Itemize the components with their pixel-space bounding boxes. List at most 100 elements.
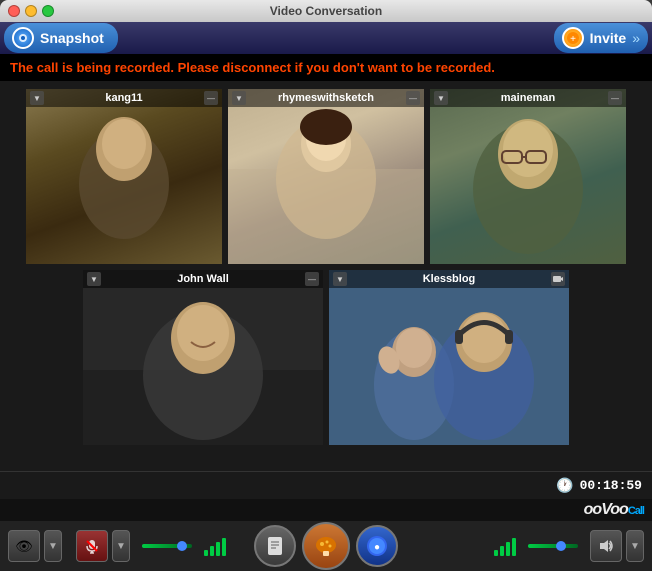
eye-icon: 👁	[15, 538, 33, 555]
minus-icon: —	[409, 94, 417, 103]
speaker-dropdown-button[interactable]: ▼	[626, 530, 644, 562]
vol-bar-r1	[494, 550, 498, 556]
username-rhymes: rhymeswithsketch	[246, 92, 406, 104]
minimize-button[interactable]	[25, 5, 37, 17]
title-bar: Video Conversation	[0, 0, 652, 22]
snapshot-label: Snapshot	[40, 30, 104, 46]
video-area: ▼ kang11 —	[0, 81, 652, 471]
video-panel-header-klessblog: ▼ Klessblog	[329, 270, 569, 288]
maximize-button[interactable]	[42, 5, 54, 17]
camera-icon	[552, 273, 564, 285]
video-minimize-johnwall[interactable]: ▼	[87, 272, 101, 286]
snapshot-icon	[12, 27, 34, 49]
video-panel-maineman: ▼ maineman —	[430, 89, 626, 264]
speaker-slider-thumb[interactable]	[556, 541, 566, 551]
chevron-down-icon: ▼	[48, 541, 58, 552]
snapshot-button[interactable]: Snapshot	[4, 23, 118, 53]
video-close-rhymes[interactable]: —	[406, 91, 420, 105]
effects-button[interactable]	[302, 522, 350, 570]
controls-left: 👁 ▼ ▼	[8, 530, 226, 562]
video-minimize-maineman[interactable]: ▼	[434, 91, 448, 105]
vol-bar-r2	[500, 546, 504, 556]
clock-icon: 🕐	[556, 477, 573, 494]
video-feed-kang11	[26, 89, 222, 264]
controls-center: ●	[254, 522, 398, 570]
call-end-button[interactable]: ●	[356, 525, 398, 567]
timer-bar: 🕐 00:18:59	[0, 471, 652, 499]
username-kang11: kang11	[44, 92, 204, 104]
eye-toggle-button[interactable]: 👁	[8, 530, 40, 562]
minus-icon: —	[611, 94, 619, 103]
video-minimize-kang11[interactable]: ▼	[30, 91, 44, 105]
recording-text: The call is being recorded. Please disco…	[10, 60, 495, 75]
controls-bar: 👁 ▼ ▼	[0, 521, 652, 571]
mute-button[interactable]	[76, 530, 108, 562]
username-klessblog: Klessblog	[347, 273, 551, 285]
window-title: Video Conversation	[270, 4, 382, 18]
vol-bar-1	[204, 550, 208, 556]
vol-bar-4	[222, 538, 226, 556]
minus-icon: —	[308, 275, 316, 284]
document-icon	[264, 535, 286, 557]
username-maineman: maineman	[448, 92, 608, 104]
invite-label: Invite	[590, 30, 627, 46]
invite-icon: +	[562, 27, 584, 49]
invite-button[interactable]: + Invite »	[554, 23, 648, 53]
video-panel-header-kang11: ▼ kang11 —	[26, 89, 222, 107]
video-icon-klessblog[interactable]	[551, 272, 565, 286]
chevron-down-icon: ▼	[437, 94, 445, 103]
bottom-video-row: ▼ John Wall —	[8, 270, 644, 445]
eye-dropdown-button[interactable]: ▼	[44, 530, 62, 562]
svg-text:●: ●	[374, 542, 380, 553]
toolbar: Snapshot + Invite »	[0, 22, 652, 54]
vol-bar-r3	[506, 542, 510, 556]
recording-notice: The call is being recorded. Please disco…	[0, 54, 652, 81]
minus-icon: —	[207, 94, 215, 103]
chevron-down-icon: ▼	[336, 275, 344, 284]
video-panel-johnwall: ▼ John Wall —	[83, 270, 323, 445]
vol-bar-2	[210, 546, 214, 556]
vol-bar-3	[216, 542, 220, 556]
mute-dropdown-button[interactable]: ▼	[112, 530, 130, 562]
brand-name: ooVoo	[584, 501, 628, 518]
volume-indicator-right	[494, 536, 516, 556]
chevron-down-icon: ▼	[630, 541, 640, 552]
video-panel-klessblog: ▼ Klessblog	[329, 270, 569, 445]
invite-chevron-icon: »	[632, 30, 640, 46]
video-feed-klessblog	[329, 270, 569, 445]
window-controls	[8, 5, 54, 17]
timer-content: 🕐 00:18:59	[556, 477, 642, 494]
speaker-icon	[598, 538, 614, 554]
video-minimize-rhymes[interactable]: ▼	[232, 91, 246, 105]
svg-text:+: +	[570, 34, 576, 45]
close-button[interactable]	[8, 5, 20, 17]
chevron-down-icon: ▼	[33, 94, 41, 103]
volume-indicator	[204, 536, 226, 556]
brand-bar: ooVooCall	[0, 499, 652, 521]
video-panel-rhymes: ▼ rhymeswithsketch —	[228, 89, 424, 264]
video-close-johnwall[interactable]: —	[305, 272, 319, 286]
video-panel-header-rhymes: ▼ rhymeswithsketch —	[228, 89, 424, 107]
speaker-slider[interactable]	[528, 544, 578, 548]
video-feed-johnwall	[83, 270, 323, 445]
chevron-down-icon: ▼	[90, 275, 98, 284]
speaker-button[interactable]	[590, 530, 622, 562]
chevron-down-icon: ▼	[116, 541, 126, 552]
vol-bar-r4	[512, 538, 516, 556]
volume-slider[interactable]	[142, 544, 192, 548]
microphone-icon	[84, 538, 100, 554]
top-video-row: ▼ kang11 —	[8, 89, 644, 264]
video-close-kang11[interactable]: —	[204, 91, 218, 105]
video-close-maineman[interactable]: —	[608, 91, 622, 105]
video-panel-header-johnwall: ▼ John Wall —	[83, 270, 323, 288]
volume-slider-thumb[interactable]	[177, 541, 187, 551]
controls-right: ▼	[494, 530, 644, 562]
video-panel-kang11: ▼ kang11 —	[26, 89, 222, 264]
mushroom-icon	[313, 533, 339, 559]
document-share-button[interactable]	[254, 525, 296, 567]
video-minimize-klessblog[interactable]: ▼	[333, 272, 347, 286]
call-icon: ●	[366, 535, 388, 557]
brand-suffix: Call	[628, 505, 644, 517]
brand-logo: ooVooCall	[584, 501, 644, 519]
video-feed-rhymes	[228, 89, 424, 264]
